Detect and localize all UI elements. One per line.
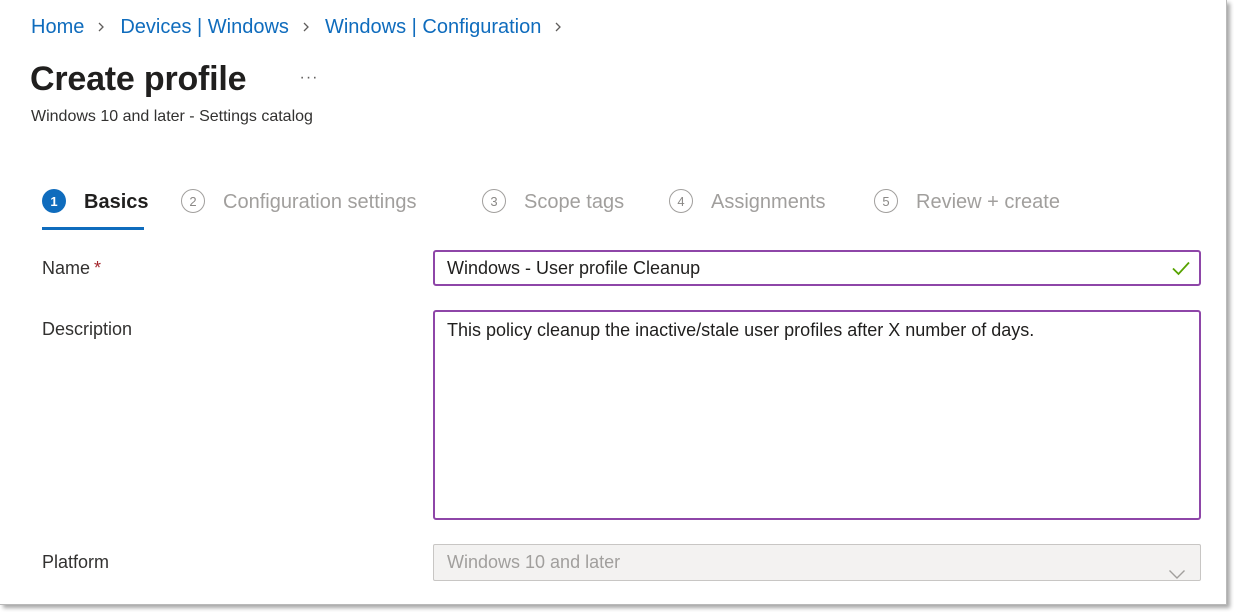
step-label: Configuration settings [223, 191, 417, 213]
step-number-badge: 4 [669, 189, 693, 213]
page-subtitle: Windows 10 and later - Settings catalog [31, 108, 313, 125]
step-label: Basics [84, 191, 149, 213]
page-title: Create profile [30, 60, 247, 98]
name-field-label: Name * [42, 256, 101, 280]
platform-field-label: Platform [42, 552, 110, 572]
breadcrumb-home-link[interactable]: Home [31, 14, 84, 40]
breadcrumb-windows-configuration-link[interactable]: Windows | Configuration [325, 14, 541, 40]
platform-select[interactable]: Windows 10 and later [433, 544, 1201, 581]
step-assignments[interactable]: 4 Assignments [669, 188, 826, 232]
breadcrumb: Home Devices | Windows Windows | Configu… [31, 14, 577, 40]
step-label: Assignments [711, 191, 826, 213]
app-window: Home Devices | Windows Windows | Configu… [0, 0, 1227, 605]
name-label-text: Name [42, 258, 91, 278]
checkmark-icon [1171, 259, 1191, 277]
step-number-badge: 5 [874, 189, 898, 213]
breadcrumb-devices-windows-link[interactable]: Devices | Windows [120, 14, 289, 40]
step-review-create[interactable]: 5 Review + create [874, 188, 1060, 232]
chevron-right-icon [96, 22, 106, 32]
step-label: Review + create [916, 191, 1060, 213]
required-indicator: * [94, 258, 102, 278]
step-number-badge: 3 [482, 189, 506, 213]
more-options-button[interactable]: ··· [296, 66, 322, 90]
platform-select-value: Windows 10 and later [447, 552, 621, 572]
chevron-right-icon [301, 22, 311, 32]
step-label: Scope tags [524, 191, 625, 213]
more-icon: ··· [299, 69, 319, 86]
chevron-right-icon [553, 22, 563, 32]
chevron-down-icon [1168, 557, 1186, 579]
step-scope-tags[interactable]: 3 Scope tags [482, 188, 624, 232]
name-input[interactable]: Windows - User profile Cleanup [433, 250, 1201, 286]
step-basics[interactable]: 1 Basics [42, 188, 149, 232]
step-number-badge: 2 [181, 189, 205, 213]
wizard-steps: 1 Basics 2 Configuration settings 3 Scop… [42, 188, 1142, 232]
active-step-indicator [42, 227, 144, 230]
step-configuration-settings[interactable]: 2 Configuration settings [181, 188, 416, 232]
description-field-label: Description [42, 319, 133, 339]
step-number-badge: 1 [42, 189, 66, 213]
description-textarea[interactable]: This policy cleanup the inactive/stale u… [433, 310, 1201, 520]
